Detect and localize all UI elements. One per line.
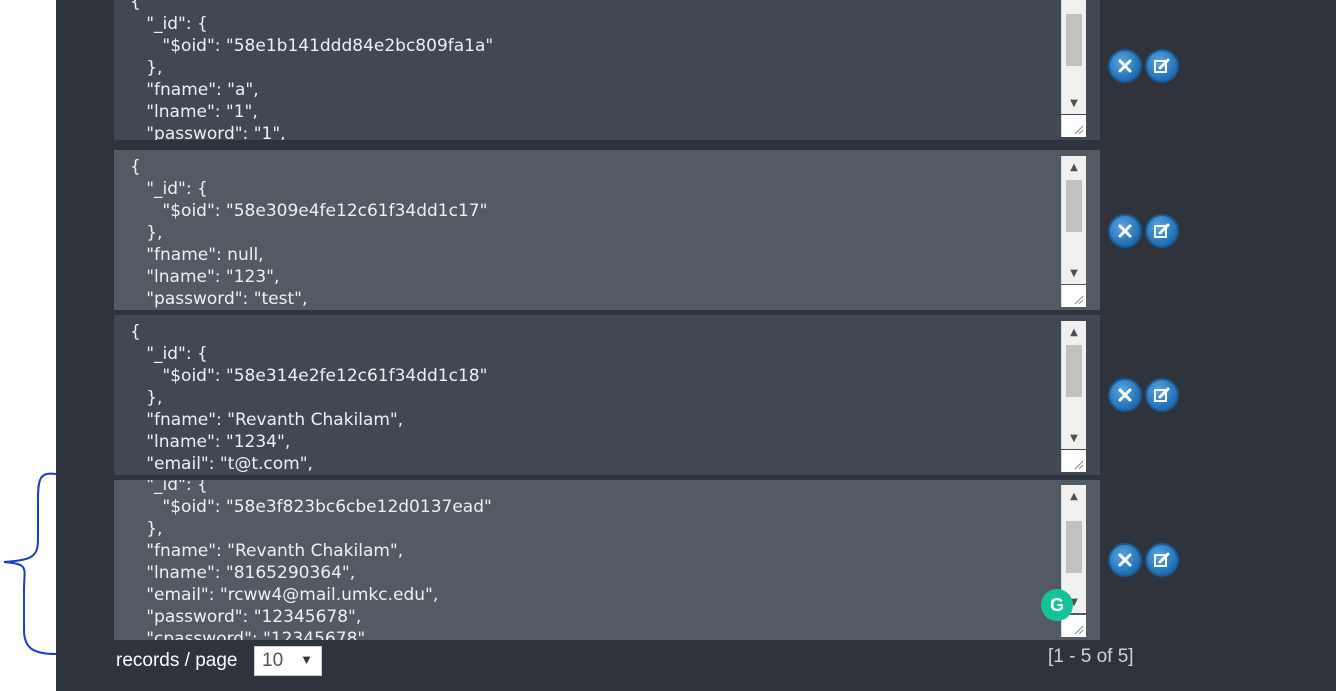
resize-icon	[1074, 125, 1084, 135]
edit-icon	[1154, 552, 1170, 567]
record-scrollbar[interactable]: ▲ ▼	[1061, 0, 1086, 114]
record-json-lines: "_id": { "$oid": "58e3f823bc6cbe12d0137e…	[130, 480, 492, 640]
scroll-up-icon[interactable]: ▲	[1062, 321, 1086, 343]
edit-record-button[interactable]	[1145, 49, 1179, 83]
record-scrollbar[interactable]: ▲ ▼	[1061, 321, 1086, 449]
edit-record-button[interactable]	[1145, 543, 1179, 577]
close-icon	[1118, 388, 1132, 402]
record-textarea[interactable]: { "_id": { "$oid": "58e314e2fe12c61f34dd…	[114, 315, 1100, 475]
resize-icon	[1074, 295, 1084, 305]
resize-icon	[1074, 625, 1084, 635]
close-icon	[1118, 59, 1132, 73]
delete-record-button[interactable]	[1108, 49, 1142, 83]
scroll-thumb[interactable]	[1066, 521, 1082, 573]
record-textarea[interactable]: { "_id": { "$oid": "58e1b141ddd84e2bc809…	[114, 0, 1100, 140]
resize-grip[interactable]	[1061, 115, 1086, 137]
resize-grip[interactable]	[1061, 450, 1086, 472]
resize-icon	[1074, 460, 1084, 470]
edit-icon	[1154, 223, 1170, 238]
records-per-page-select[interactable]: 10 ▼	[254, 646, 322, 676]
record-textarea[interactable]: { "_id": { "$oid": "58e309e4fe12c61f34dd…	[114, 150, 1100, 310]
close-icon	[1118, 553, 1132, 567]
scroll-down-icon[interactable]: ▼	[1062, 92, 1086, 114]
edit-record-button[interactable]	[1145, 378, 1179, 412]
close-icon	[1118, 224, 1132, 238]
scroll-up-icon[interactable]: ▲	[1062, 0, 1086, 6]
scroll-down-icon[interactable]: ▼	[1062, 262, 1086, 284]
record-textarea[interactable]: "_id": { "$oid": "58e3f823bc6cbe12d0137e…	[114, 480, 1100, 640]
record-json-lines: { "_id": { "$oid": "58e314e2fe12c61f34dd…	[130, 322, 488, 474]
scroll-down-icon[interactable]: ▼	[1062, 427, 1086, 449]
records-per-page-value: 10	[262, 650, 284, 671]
grammarly-icon[interactable]: G	[1041, 589, 1073, 621]
pagination-status: [1 - 5 of 5]	[1048, 646, 1134, 667]
chevron-down-icon: ▼	[300, 652, 313, 667]
records-per-page-label: records / page	[116, 650, 238, 671]
delete-record-button[interactable]	[1108, 214, 1142, 248]
delete-record-button[interactable]	[1108, 543, 1142, 577]
edit-record-button[interactable]	[1145, 214, 1179, 248]
record-json-lines: { "_id": { "$oid": "58e309e4fe12c61f34dd…	[130, 157, 488, 309]
record-json-lines: { "_id": { "$oid": "58e1b141ddd84e2bc809…	[130, 0, 494, 140]
scroll-thumb[interactable]	[1066, 14, 1082, 66]
record-scrollbar[interactable]: ▲ ▼	[1061, 156, 1086, 284]
scroll-thumb[interactable]	[1066, 345, 1082, 397]
edit-icon	[1154, 58, 1170, 73]
scroll-thumb[interactable]	[1066, 180, 1082, 232]
handwritten-brace	[3, 472, 57, 655]
resize-grip[interactable]	[1061, 285, 1086, 307]
edit-icon	[1154, 387, 1170, 402]
scroll-up-icon[interactable]: ▲	[1062, 156, 1086, 178]
delete-record-button[interactable]	[1108, 378, 1142, 412]
scroll-up-icon[interactable]: ▲	[1062, 485, 1086, 507]
